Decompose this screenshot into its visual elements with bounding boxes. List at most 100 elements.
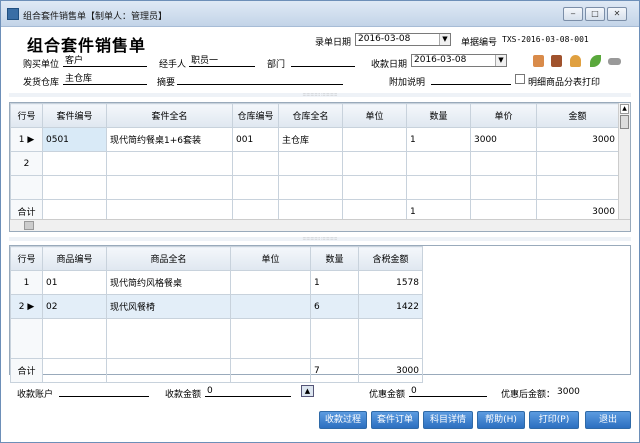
warehouse-label: 发货仓库: [23, 78, 60, 88]
unit-cell[interactable]: [230, 270, 311, 295]
col-header[interactable]: 仓库编号: [232, 103, 279, 128]
handler-field[interactable]: 职员一: [189, 55, 255, 67]
chevron-up-icon[interactable]: ▲: [301, 385, 314, 397]
col-header[interactable]: 单价: [470, 103, 537, 128]
item-grid: 行号 商品编号 商品全名 单位 数量 含税金额 1 01 现代简约风格餐桌 1 …: [9, 245, 631, 383]
item-name-cell[interactable]: 现代风餐椅: [106, 294, 231, 319]
col-header[interactable]: 套件编号: [42, 103, 107, 128]
warehouse-field[interactable]: 主仓库: [63, 73, 147, 85]
unit-cell[interactable]: [230, 294, 311, 319]
col-header[interactable]: 数量: [406, 103, 471, 128]
col-header[interactable]: 行号: [10, 103, 43, 128]
form-header: 组合套件销售单 录单日期 2016-03-08 ▼ 单据编号 TXS-2016-0…: [1, 27, 639, 91]
col-header[interactable]: 商品编号: [42, 246, 107, 271]
col-header[interactable]: 行号: [10, 246, 43, 271]
note-field[interactable]: [431, 73, 511, 85]
link-icon[interactable]: [608, 58, 621, 65]
scroll-up-icon[interactable]: ▲: [620, 104, 629, 114]
table-row[interactable]: 2 ▶ 02 现代风餐椅 6 1422: [10, 294, 423, 319]
summary-label: 摘要: [157, 78, 176, 88]
item-code-cell[interactable]: 01: [42, 270, 107, 295]
scroll-thumb[interactable]: [24, 221, 34, 230]
row-number: 2: [10, 151, 43, 176]
book-icon[interactable]: [551, 55, 562, 67]
warehouse-code-cell[interactable]: 001: [232, 127, 279, 152]
item-header-row: 行号 商品编号 商品全名 单位 数量 含税金额: [10, 246, 423, 271]
pay-date-picker[interactable]: 2016-03-08 ▼: [411, 54, 507, 67]
amount-cell[interactable]: 3000: [536, 127, 619, 152]
col-header[interactable]: 数量: [310, 246, 359, 271]
top-splitter[interactable]: ::::::::::::: ::::::::::::: [9, 93, 631, 97]
col-header[interactable]: 单位: [230, 246, 311, 271]
warehouse-name-cell[interactable]: [278, 151, 343, 176]
col-header[interactable]: 单位: [342, 103, 407, 128]
kit-name-cell[interactable]: [106, 151, 233, 176]
col-header[interactable]: 仓库全名: [278, 103, 343, 128]
detail-print-label: 明细商品分表打印: [528, 78, 601, 88]
col-header[interactable]: 金额: [536, 103, 619, 128]
buyer-field[interactable]: 客户: [63, 55, 147, 67]
row-number: 1 ▶: [10, 127, 43, 152]
leaf-icon[interactable]: [590, 55, 601, 67]
minimize-button[interactable]: ‒: [563, 7, 583, 21]
received-field[interactable]: 0: [205, 385, 291, 397]
row-number: 2 ▶: [10, 294, 43, 319]
empty-row: [10, 318, 423, 359]
user-icon[interactable]: [570, 55, 581, 67]
kit-code-cell[interactable]: 0501: [42, 127, 107, 152]
table-row[interactable]: 1 ▶ 0501 现代简约餐桌1+6套装 001 主仓库 1 3000 3000: [10, 127, 619, 152]
detail-print-checkbox[interactable]: [515, 74, 525, 84]
warehouse-name-cell[interactable]: 主仓库: [278, 127, 343, 152]
kit-code-cell[interactable]: [42, 151, 107, 176]
print-button[interactable]: 打印(P): [529, 411, 579, 429]
table-row[interactable]: 1 01 现代简约风格餐桌 1 1578: [10, 270, 423, 295]
discount-field[interactable]: 0: [409, 385, 487, 397]
summary-field[interactable]: [177, 73, 343, 85]
help-button[interactable]: 帮助(H): [477, 411, 525, 429]
close-button[interactable]: ✕: [607, 7, 627, 21]
unit-cell[interactable]: [342, 127, 407, 152]
horizontal-scrollbar[interactable]: [10, 219, 630, 231]
kit-order-button[interactable]: 套件订单: [371, 411, 419, 429]
qty-cell[interactable]: 6: [310, 294, 359, 319]
title-bar: 组合套件销售单【制单人：管理员】 ‒ □ ✕: [1, 1, 639, 27]
total-label: 合计: [10, 358, 43, 383]
item-name-cell[interactable]: 现代简约风格餐桌: [106, 270, 231, 295]
amount-cell[interactable]: 1422: [358, 294, 423, 319]
exit-button[interactable]: 退出: [585, 411, 631, 429]
entry-date-picker[interactable]: 2016-03-08 ▼: [355, 33, 451, 46]
subject-detail-button[interactable]: 科目详情: [423, 411, 473, 429]
entry-date-label: 录单日期: [315, 38, 352, 48]
col-header[interactable]: 商品全名: [106, 246, 231, 271]
col-header[interactable]: 含税金额: [358, 246, 423, 271]
kit-name-cell[interactable]: 现代简约餐桌1+6套装: [106, 127, 233, 152]
app-icon: [7, 8, 19, 20]
account-label: 收款账户: [17, 390, 54, 400]
scroll-thumb[interactable]: [620, 115, 629, 129]
warehouse-code-cell[interactable]: [232, 151, 279, 176]
bag-icon[interactable]: [533, 55, 544, 67]
pay-date-label: 收款日期: [371, 60, 408, 70]
price-cell[interactable]: 3000: [470, 127, 537, 152]
amount-cell[interactable]: 1578: [358, 270, 423, 295]
maximize-button[interactable]: □: [585, 7, 605, 21]
price-cell[interactable]: [470, 151, 537, 176]
chevron-down-icon[interactable]: ▼: [495, 55, 506, 66]
payment-process-button[interactable]: 收款过程: [319, 411, 367, 429]
chevron-down-icon[interactable]: ▼: [439, 34, 450, 45]
account-field[interactable]: [59, 385, 149, 397]
amount-cell[interactable]: [536, 151, 619, 176]
qty-cell[interactable]: 1: [406, 127, 471, 152]
table-row[interactable]: 2: [10, 151, 619, 176]
row-number-value: 2: [18, 301, 25, 312]
unit-cell[interactable]: [342, 151, 407, 176]
col-header[interactable]: 套件全名: [106, 103, 233, 128]
qty-cell[interactable]: 1: [310, 270, 359, 295]
after-discount-value: 3000: [557, 387, 580, 397]
dept-field[interactable]: [291, 55, 355, 67]
item-code-cell[interactable]: 02: [42, 294, 107, 319]
kit-table: 行号 套件编号 套件全名 仓库编号 仓库全名 单位 数量 单价 金额 1 ▶ 0…: [10, 103, 619, 224]
middle-splitter[interactable]: ::::::::::::: ::::::::::::: [9, 237, 631, 241]
qty-cell[interactable]: [406, 151, 471, 176]
vertical-scrollbar[interactable]: ▲: [618, 103, 630, 219]
